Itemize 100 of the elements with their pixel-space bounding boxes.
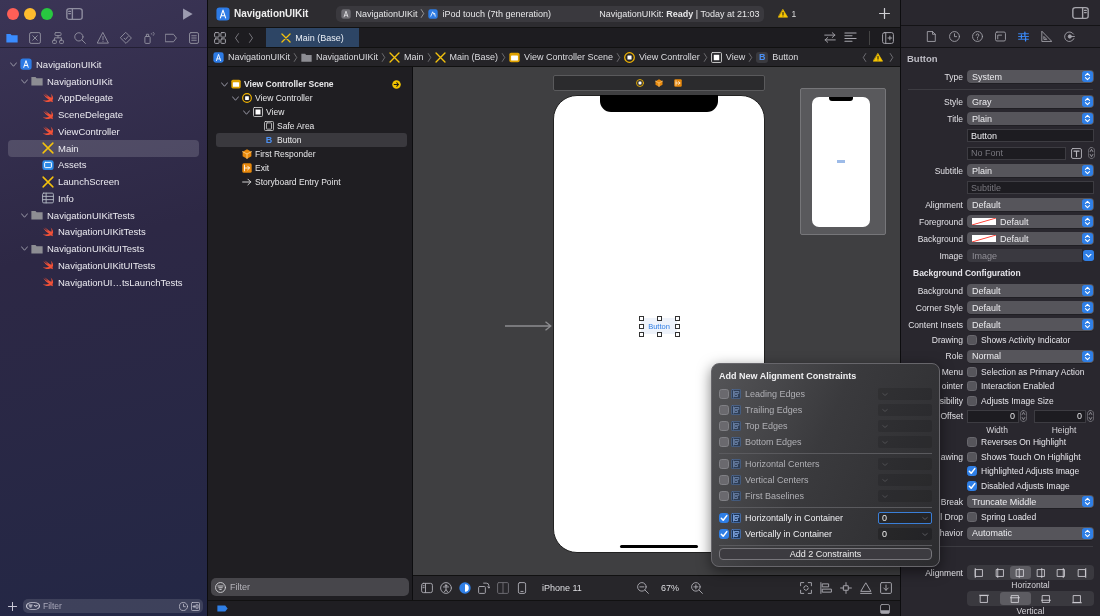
clock-icon[interactable] — [949, 31, 960, 42]
navigator-item[interactable]: NavigationUIKit — [8, 72, 199, 90]
chevron-icon[interactable] — [20, 77, 28, 85]
document-icon[interactable] — [926, 31, 937, 42]
x-box-icon[interactable] — [28, 31, 41, 44]
resize-handle[interactable] — [656, 315, 662, 321]
outline-item[interactable]: B Button — [216, 133, 407, 147]
swap-arrows-icon[interactable] — [824, 32, 836, 43]
sidebar-icon[interactable] — [1072, 5, 1089, 20]
color-popup-button[interactable]: Default — [967, 215, 1094, 228]
resize-handle[interactable] — [656, 331, 662, 337]
spray-icon[interactable] — [142, 31, 155, 44]
zoom-out-icon[interactable] — [636, 582, 649, 594]
checkbox[interactable] — [967, 480, 977, 491]
stepper-icon[interactable] — [1020, 410, 1027, 422]
stepper-icon[interactable] — [1088, 147, 1095, 159]
popup-button[interactable]: Gray — [967, 95, 1094, 108]
popup-button[interactable]: Default — [967, 318, 1094, 331]
outline-item[interactable]: Storyboard Entry Point — [216, 175, 407, 189]
chevron-icon[interactable] — [9, 60, 17, 68]
tag-icon[interactable] — [217, 605, 228, 612]
popup-button[interactable]: Default — [967, 301, 1094, 314]
checkbox[interactable] — [967, 512, 977, 523]
clock-icon[interactable] — [179, 601, 188, 611]
checkbox[interactable] — [967, 437, 977, 448]
outline-item[interactable]: View — [216, 105, 407, 119]
panel-icon[interactable] — [880, 603, 890, 614]
navigator-item[interactable]: Main — [8, 139, 199, 157]
checkbox[interactable] — [967, 466, 977, 477]
question-icon[interactable] — [972, 31, 983, 42]
filter-field[interactable]: Filter — [43, 601, 176, 611]
scheme-picker[interactable]: NavigationUIKit — [341, 8, 418, 19]
half-circle-icon[interactable] — [459, 582, 471, 594]
add-editor-icon[interactable] — [882, 31, 894, 44]
navigator-item[interactable]: LaunchScreen — [8, 173, 199, 190]
popup-button[interactable]: Automatic — [967, 526, 1094, 540]
popup-button[interactable]: System — [967, 70, 1094, 83]
text-field[interactable]: Button — [967, 129, 1094, 142]
outline-item[interactable]: View Controller — [216, 91, 407, 105]
filter-field[interactable]: Filter — [230, 582, 405, 592]
segment[interactable] — [999, 592, 1031, 605]
chevron-icon[interactable] — [20, 211, 28, 219]
sidebar-icon[interactable] — [421, 582, 433, 594]
exit-icon[interactable] — [674, 79, 682, 87]
lines-icon[interactable] — [844, 32, 857, 43]
path-item[interactable]: Main (Base) — [434, 51, 499, 63]
constant-dropdown[interactable]: 0 — [878, 528, 932, 540]
checkbox[interactable] — [719, 513, 729, 523]
popup-button[interactable]: Default — [967, 198, 1094, 211]
chevron-icon[interactable] — [248, 32, 254, 43]
hierarchy-icon[interactable] — [51, 31, 64, 44]
filter-bar[interactable]: Filter — [23, 599, 203, 613]
chevron-icon[interactable] — [234, 32, 240, 43]
tag-outline-icon[interactable] — [165, 31, 178, 44]
navigator-item[interactable]: ViewController — [8, 123, 199, 140]
device-picker[interactable]: iPhone 11 — [542, 583, 582, 593]
sidebar-icon[interactable] — [66, 7, 83, 21]
add-icon[interactable] — [879, 8, 890, 19]
filter-icon[interactable] — [215, 581, 226, 593]
chevron-icon[interactable] — [862, 52, 867, 62]
outline-item[interactable]: View Controller Scene — [216, 77, 407, 91]
grid-icon[interactable] — [214, 31, 226, 44]
popup-button[interactable]: Normal — [967, 349, 1094, 363]
path-item[interactable]: View — [710, 51, 746, 63]
path-item[interactable]: View Controller — [624, 51, 700, 63]
text-field[interactable]: Subtitle — [967, 181, 1094, 194]
search-icon[interactable] — [74, 31, 87, 44]
navigator-item[interactable]: SceneDelegate — [8, 106, 199, 123]
chevron-icon[interactable] — [20, 245, 28, 253]
card-icon[interactable] — [995, 31, 1006, 42]
outline-item[interactable]: Exit — [216, 161, 407, 175]
navigator-item[interactable]: NavigationUIKitUITests — [8, 240, 199, 257]
checkbox[interactable] — [967, 366, 977, 377]
chevron-icon[interactable] — [220, 80, 228, 88]
update-frames-icon[interactable] — [800, 582, 812, 594]
font-icon[interactable] — [1071, 147, 1082, 159]
cube-icon[interactable] — [655, 79, 663, 87]
font-field[interactable]: No Font — [967, 146, 1066, 160]
filter-menu-icon[interactable] — [26, 601, 40, 611]
path-item[interactable]: View Controller Scene — [509, 51, 613, 63]
constant-dropdown[interactable]: 0 — [878, 512, 932, 524]
filter-bar[interactable]: Filter — [211, 578, 409, 596]
path-item[interactable]: B Button — [756, 51, 799, 63]
arrow-circle-icon[interactable] — [392, 79, 401, 89]
resolve-icon[interactable] — [860, 582, 872, 594]
number-field[interactable]: 0 — [1034, 409, 1086, 423]
checkbox[interactable] — [967, 335, 977, 346]
list-icon[interactable] — [188, 31, 200, 44]
stepper-icon[interactable] — [1087, 410, 1094, 422]
pin-constraints-icon[interactable] — [840, 582, 852, 594]
checkbox[interactable] — [967, 395, 977, 406]
zoom-button[interactable] — [41, 8, 53, 20]
arrow-circle-outline-icon[interactable] — [1064, 31, 1075, 42]
accessibility-icon[interactable] — [440, 582, 452, 594]
add-icon[interactable] — [8, 601, 17, 611]
navigator-item[interactable]: NavigationUI…tsLaunchTests — [8, 273, 199, 291]
chevron-icon[interactable] — [242, 108, 250, 116]
popup-button[interactable]: Default — [967, 284, 1094, 297]
rotate-icon[interactable] — [478, 582, 490, 594]
ring-square-icon[interactable] — [636, 79, 644, 87]
